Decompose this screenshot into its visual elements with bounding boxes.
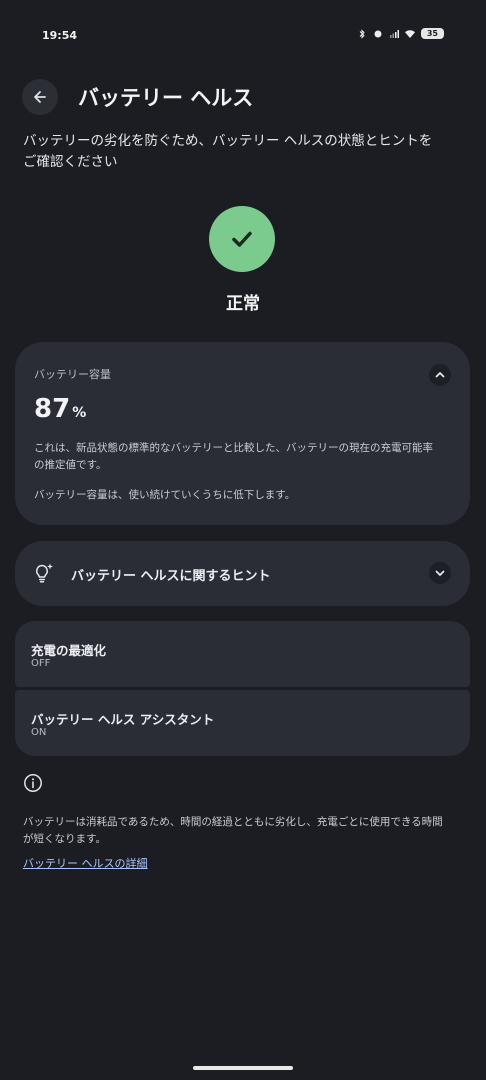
back-button[interactable] xyxy=(22,79,58,115)
expand-button[interactable] xyxy=(429,562,451,584)
chevron-down-icon xyxy=(435,570,445,576)
battery-icon: 35 xyxy=(420,28,444,39)
lightbulb-sparkle-icon xyxy=(36,563,53,583)
setting-battery-health-assistant[interactable]: バッテリー ヘルス アシスタント ON xyxy=(15,690,470,756)
page-title: バッテリー ヘルス xyxy=(78,86,254,110)
setting-value: OFF xyxy=(31,658,51,669)
hints-label: バッテリー ヘルスに関するヒント xyxy=(71,569,271,584)
health-status-indicator xyxy=(209,206,275,272)
wifi-icon xyxy=(404,29,415,38)
status-icons: 35 xyxy=(357,28,444,39)
capacity-note: バッテリー容量は、使い続けていくうちに低下します。 xyxy=(34,489,296,501)
check-icon xyxy=(232,231,252,247)
battery-capacity-card: バッテリー容量 87% これは、新品状態の標準的なバッテリーと比較した、バッテリ… xyxy=(15,342,470,525)
capacity-description: これは、新品状態の標準的なバッテリーと比較した、バッテリーの現在の充電可能率の推… xyxy=(34,442,433,471)
setting-charge-optimization[interactable]: 充電の最適化 OFF xyxy=(15,621,470,687)
dot-icon xyxy=(374,30,382,37)
page-description: バッテリーの劣化を防ぐため、バッテリー ヘルスの状態とヒントをご確認ください xyxy=(23,133,433,170)
setting-value: ON xyxy=(31,727,47,738)
info-icon xyxy=(24,774,42,792)
health-status-label: 正常 xyxy=(226,294,260,314)
home-indicator[interactable] xyxy=(193,1066,293,1070)
collapse-button[interactable] xyxy=(429,364,451,386)
setting-title: バッテリー ヘルス アシスタント xyxy=(31,712,215,727)
status-time: 19:54 xyxy=(42,29,78,42)
chevron-up-icon xyxy=(435,372,445,378)
capacity-unit: % xyxy=(72,405,87,421)
battery-health-hints-card[interactable]: バッテリー ヘルスに関するヒント xyxy=(15,541,470,606)
capacity-number: 87 xyxy=(34,394,71,424)
footer-text: バッテリーは消耗品であるため、時間の経過とともに劣化し、充電ごとに使用できる時間… xyxy=(23,816,443,845)
status-bar: 19:54 35 xyxy=(0,0,486,70)
battery-health-details-link[interactable]: バッテリー ヘルスの詳細 xyxy=(23,855,148,871)
arrow-left-icon xyxy=(34,91,46,103)
bluetooth-icon xyxy=(359,28,365,39)
signal-icon xyxy=(389,29,399,38)
setting-title: 充電の最適化 xyxy=(31,643,107,658)
capacity-value: 87% xyxy=(34,394,86,424)
capacity-label: バッテリー容量 xyxy=(34,368,111,381)
